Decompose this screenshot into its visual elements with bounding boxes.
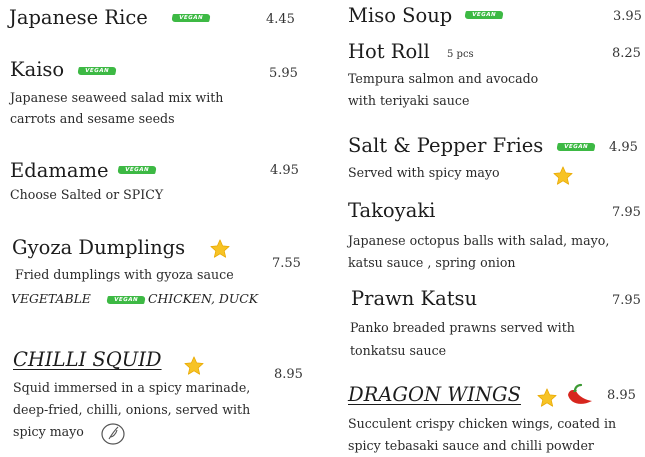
vegan-badge: VEGAN <box>106 296 146 304</box>
item-price: 8.25 <box>612 46 641 61</box>
item-price: 8.95 <box>607 388 636 403</box>
item-description: with teriyaki sauce <box>348 93 470 108</box>
item-name: Japanese Rice <box>9 6 148 29</box>
item-price: 7.95 <box>612 293 641 308</box>
item-price: 5.95 <box>269 66 298 81</box>
item-name: DRAGON WINGS <box>348 383 521 406</box>
option-chicken-duck: CHICKEN, DUCK <box>148 291 259 306</box>
item-description: Tempura salmon and avocado <box>348 71 539 86</box>
star-icon <box>210 239 230 258</box>
item-description: tonkatsu sauce <box>350 343 447 358</box>
item-name: Kaiso <box>10 58 65 81</box>
item-description: katsu sauce , spring onion <box>348 255 516 270</box>
spicy-mayo-icon <box>101 423 125 445</box>
item-name: Gyoza Dumplings <box>12 236 186 259</box>
item-name: Salt & Pepper Fries <box>348 134 544 157</box>
item-price: 7.55 <box>272 256 301 271</box>
item-name: CHILLI SQUID <box>13 348 162 371</box>
item-name: Miso Soup <box>348 4 453 27</box>
star-icon <box>537 388 557 407</box>
item-description: Squid immersed in a spicy marinade, <box>13 380 251 395</box>
chili-pepper-icon <box>568 383 592 404</box>
item-price: 4.95 <box>609 140 638 155</box>
item-price: 4.45 <box>266 12 295 27</box>
vegan-badge: VEGAN <box>117 166 157 174</box>
item-description: deep-fried, chilli, onions, served with <box>13 402 251 417</box>
item-description: carrots and sesame seeds <box>10 111 175 126</box>
item-description: Fried dumplings with gyoza sauce <box>15 267 234 282</box>
item-price: 7.95 <box>612 205 641 220</box>
vegan-badge: VEGAN <box>464 11 504 19</box>
item-description: Served with spicy mayo <box>348 165 500 180</box>
star-icon <box>553 166 573 185</box>
item-name: Takoyaki <box>348 199 436 222</box>
item-description: Japanese octopus balls with salad, mayo, <box>348 233 610 248</box>
item-price: 4.95 <box>270 163 299 178</box>
vegan-badge: VEGAN <box>171 14 211 22</box>
vegan-badge: VEGAN <box>77 67 117 75</box>
item-name: Prawn Katsu <box>351 287 478 310</box>
item-description: Panko breaded prawns served with <box>350 320 575 335</box>
item-description: Japanese seaweed salad mix with <box>10 90 224 105</box>
vegan-badge: VEGAN <box>556 143 596 151</box>
star-icon <box>184 356 204 375</box>
item-description: Succulent crispy chicken wings, coated i… <box>348 416 617 431</box>
item-name: Hot Roll <box>348 40 430 63</box>
item-price: 8.95 <box>274 367 303 382</box>
item-name: Edamame <box>10 159 109 182</box>
option-vegetable: VEGETABLE <box>11 291 91 306</box>
item-description: Choose Salted or SPICY <box>10 187 164 202</box>
item-price: 3.95 <box>613 9 642 24</box>
item-portion: 5 pcs <box>447 49 474 60</box>
item-description: spicy mayo <box>13 424 84 439</box>
